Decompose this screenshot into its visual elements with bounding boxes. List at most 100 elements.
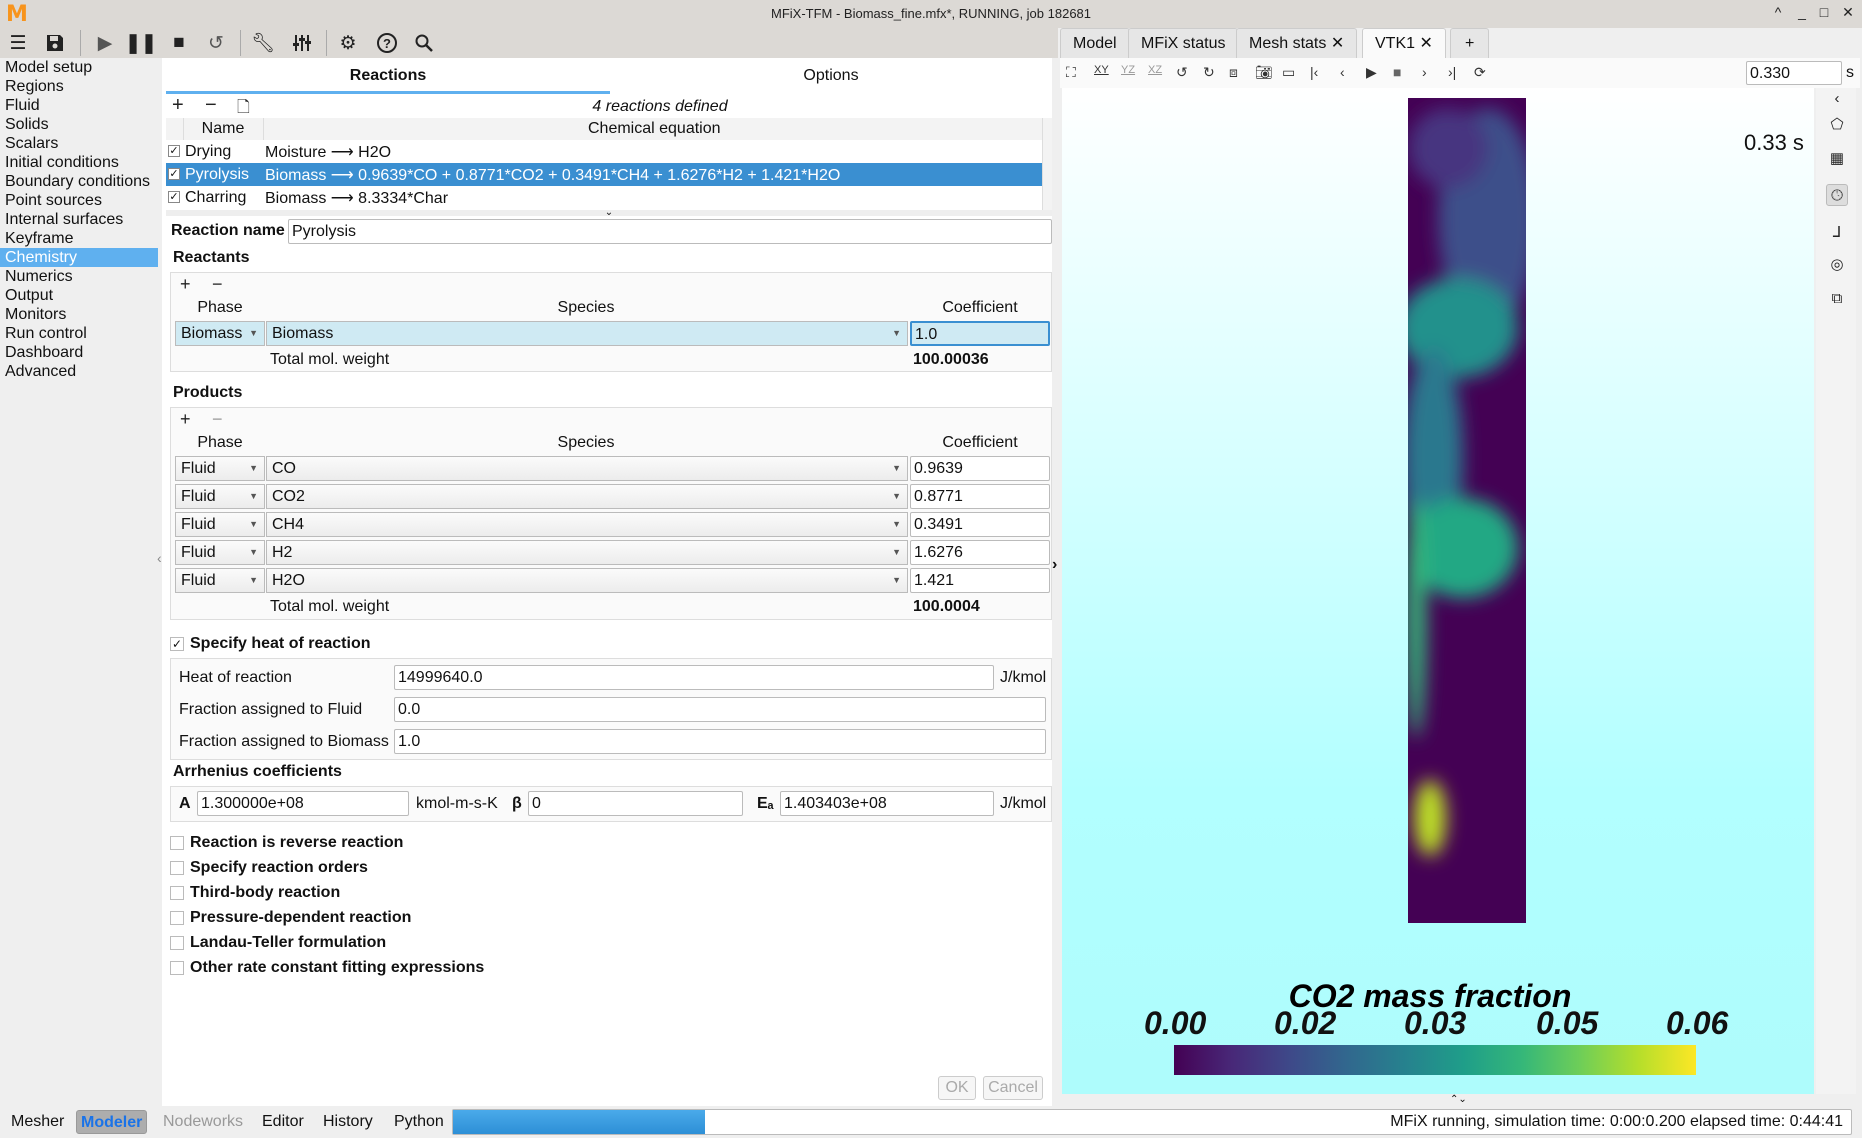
play-icon[interactable]: ▶	[92, 31, 118, 55]
reverse-reaction-checkbox[interactable]: Reaction is reverse reaction	[170, 833, 403, 853]
tab-vtk1[interactable]: VTK1 ✕	[1362, 28, 1446, 58]
product-species-select[interactable]: H2O ▼	[266, 568, 908, 593]
axes-icon[interactable]: ⅃	[1826, 222, 1848, 244]
splitter-handle[interactable]: ⌃⌄	[1450, 1094, 1467, 1105]
sidebar-item-boundary-conditions[interactable]: Boundary conditions	[0, 172, 158, 191]
mode-history[interactable]: History	[319, 1110, 377, 1134]
refresh-icon[interactable]: ⟳	[1474, 64, 1486, 81]
other-rate-checkbox[interactable]: Other rate constant fitting expressions	[170, 958, 484, 978]
beta-input[interactable]: 0	[528, 791, 743, 816]
close-button[interactable]: ✕	[1838, 4, 1858, 21]
mode-mesher[interactable]: Mesher	[7, 1110, 68, 1134]
sidebar-item-dashboard[interactable]: Dashboard	[0, 343, 158, 362]
sidebar-item-scalars[interactable]: Scalars	[0, 134, 158, 153]
remove-reactant-button[interactable]: −	[212, 274, 223, 295]
video-icon[interactable]: ▭	[1282, 64, 1295, 81]
sidebar-item-monitors[interactable]: Monitors	[0, 305, 158, 324]
stop-icon[interactable]: ■	[166, 31, 192, 55]
rotate-right-icon[interactable]: ↻	[1203, 64, 1215, 81]
reaction-enabled-checkbox[interactable]: ✓	[168, 145, 180, 158]
product-species-select[interactable]: H2 ▼	[266, 540, 908, 565]
product-coefficient-input[interactable]: 1.421	[910, 568, 1050, 593]
new-tab-button[interactable]: +	[1450, 28, 1490, 58]
reactant-species-select[interactable]: Biomass ▼	[266, 321, 908, 346]
save-icon[interactable]	[42, 31, 68, 55]
snapshot-icon[interactable]: ⧉	[1826, 288, 1848, 310]
colormap-icon[interactable]: ▦	[1826, 148, 1848, 170]
search-icon[interactable]	[411, 31, 437, 55]
reset-icon[interactable]: ↺	[203, 31, 229, 55]
time-input[interactable]: 0.330	[1746, 61, 1842, 85]
tab-options[interactable]: Options	[610, 62, 1052, 94]
product-phase-select[interactable]: Fluid ▼	[175, 456, 265, 481]
tab-mesh-stats[interactable]: Mesh stats ✕	[1236, 28, 1358, 58]
maximize-button[interactable]: □	[1814, 4, 1834, 20]
last-frame-icon[interactable]: ›|	[1448, 64, 1456, 80]
gear-icon[interactable]: ⚙	[335, 31, 361, 55]
animation-icon[interactable]: ◎	[1826, 254, 1848, 276]
splitter-arrows-icon[interactable]: ›	[1052, 556, 1057, 574]
sidebar-item-regions[interactable]: Regions	[0, 77, 158, 96]
cancel-button[interactable]: Cancel	[983, 1076, 1043, 1100]
tab-reactions[interactable]: Reactions	[166, 62, 610, 94]
product-coefficient-input[interactable]: 0.8771	[910, 484, 1050, 509]
mode-modeler[interactable]: Modeler	[76, 1110, 148, 1134]
product-coefficient-input[interactable]: 0.9639	[910, 456, 1050, 481]
tab-mfix-status[interactable]: MFiX status	[1128, 28, 1239, 58]
product-phase-select[interactable]: Fluid ▼	[175, 484, 265, 509]
wrench-icon[interactable]: 🔧︎	[250, 31, 276, 55]
next-frame-icon[interactable]: ›	[1422, 64, 1427, 80]
reaction-row[interactable]: ✓ Drying Moisture ⟶ H2O	[166, 140, 1046, 163]
sidebar-item-point-sources[interactable]: Point sources	[0, 191, 158, 210]
sidebar-item-numerics[interactable]: Numerics	[0, 267, 158, 286]
add-product-button[interactable]: +	[180, 409, 191, 430]
stop-icon[interactable]: ■	[1393, 64, 1401, 80]
reaction-row[interactable]: ✓ Charring Biomass ⟶ 8.3334*Char	[166, 186, 1046, 209]
Ea-input[interactable]: 1.403403e+08	[780, 791, 994, 816]
pause-icon[interactable]: ❚❚	[125, 31, 157, 55]
menu-icon[interactable]: ☰	[5, 31, 31, 55]
third-body-checkbox[interactable]: Third-body reaction	[170, 883, 340, 903]
mode-editor[interactable]: Editor	[258, 1110, 308, 1134]
product-species-select[interactable]: CO2 ▼	[266, 484, 908, 509]
product-species-select[interactable]: CO ▼	[266, 456, 908, 481]
landau-teller-checkbox[interactable]: Landau-Teller formulation	[170, 933, 386, 953]
help-icon[interactable]: ?	[374, 31, 400, 55]
add-reactant-button[interactable]: +	[180, 274, 191, 295]
geometry-icon[interactable]: ⬠	[1826, 114, 1848, 136]
fraction-fluid-input[interactable]: 0.0	[394, 697, 1046, 722]
reaction-orders-checkbox[interactable]: Specify reaction orders	[170, 858, 368, 878]
perspective-icon[interactable]: ⧈	[1229, 64, 1238, 81]
mode-python[interactable]: Python	[390, 1110, 448, 1134]
close-icon[interactable]: ✕	[1331, 35, 1344, 52]
reaction-row[interactable]: ✓ Pyrolysis Biomass ⟶ 0.9639*CO + 0.8771…	[166, 163, 1046, 186]
camera-icon[interactable]: 📷︎	[1255, 64, 1273, 81]
ok-button[interactable]: OK	[938, 1076, 976, 1100]
prev-frame-icon[interactable]: ‹	[1340, 64, 1345, 80]
sidebar-item-keyframe[interactable]: Keyframe	[0, 229, 158, 248]
reactant-phase-select[interactable]: Biomass ▼	[175, 321, 265, 346]
view-xy-icon[interactable]: XY	[1094, 64, 1109, 76]
view-yz-icon[interactable]: YZ	[1121, 64, 1135, 76]
specify-heat-checkbox[interactable]: ✓ Specify heat of reaction	[170, 634, 371, 654]
minimize-button[interactable]: _	[1792, 4, 1812, 20]
heat-of-reaction-input[interactable]: 14999640.0	[394, 665, 994, 690]
sidebar-item-run-control[interactable]: Run control	[0, 324, 158, 343]
product-phase-select[interactable]: Fluid ▼	[175, 540, 265, 565]
A-input[interactable]: 1.300000e+08	[197, 791, 409, 816]
remove-reaction-button[interactable]: −	[205, 94, 217, 117]
collapse-left-icon[interactable]: ‹	[157, 550, 162, 566]
fraction-biomass-input[interactable]: 1.0	[394, 729, 1046, 754]
shade-button[interactable]: ^	[1768, 4, 1788, 20]
reaction-enabled-checkbox[interactable]: ✓	[168, 191, 180, 204]
splitter-handle[interactable]: ⌄	[166, 208, 1052, 218]
add-reaction-button[interactable]: +	[172, 94, 184, 117]
first-frame-icon[interactable]: |‹	[1310, 64, 1318, 80]
view-xz-icon[interactable]: XZ	[1148, 64, 1162, 76]
sidebar-item-fluid[interactable]: Fluid	[0, 96, 158, 115]
product-coefficient-input[interactable]: 1.6276	[910, 540, 1050, 565]
reactant-coefficient-input[interactable]: 1.0	[910, 321, 1050, 346]
pressure-dependent-checkbox[interactable]: Pressure-dependent reaction	[170, 908, 411, 928]
reaction-name-input[interactable]: Pyrolysis	[288, 219, 1052, 244]
product-phase-select[interactable]: Fluid ▼	[175, 512, 265, 537]
